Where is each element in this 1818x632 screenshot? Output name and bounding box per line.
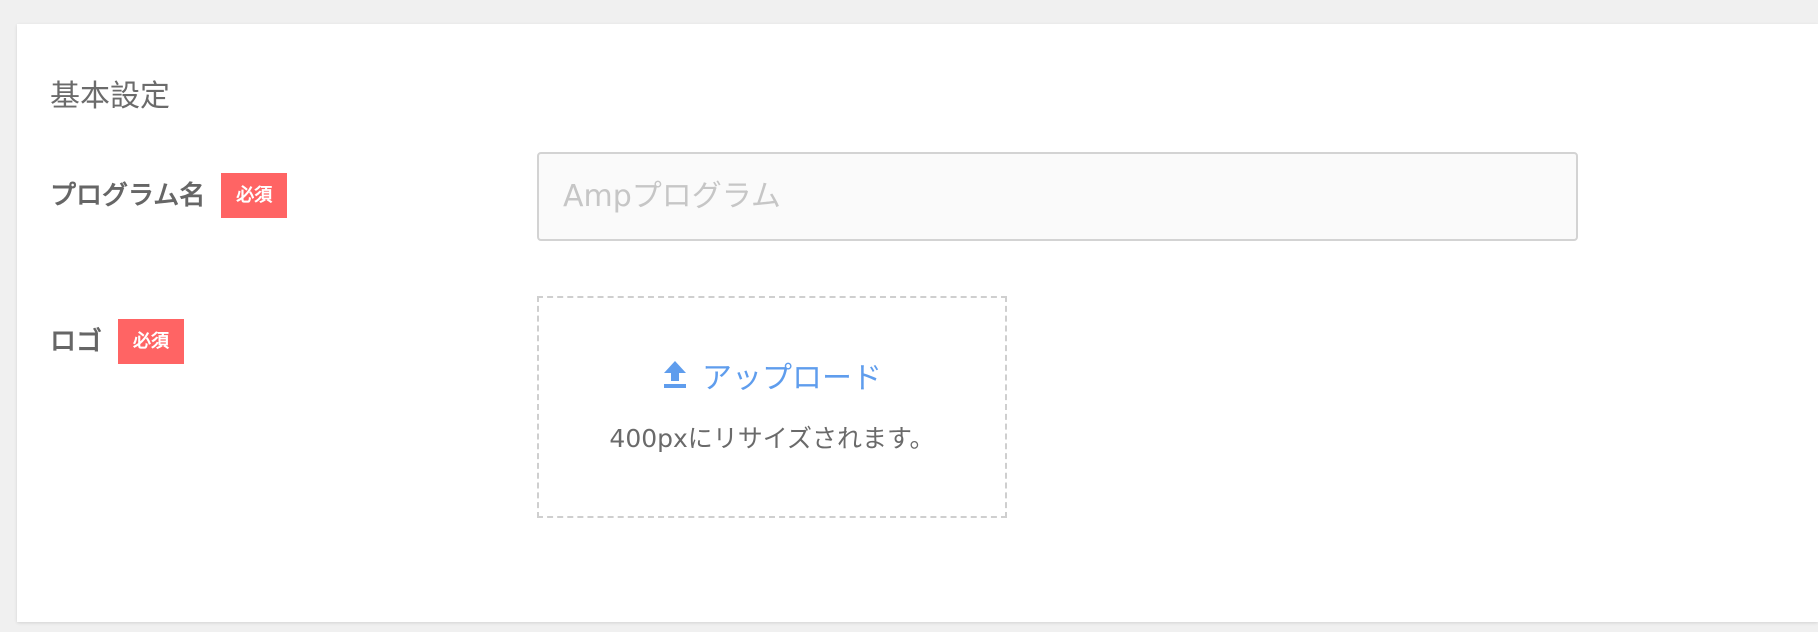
section-title: 基本設定	[50, 79, 170, 114]
logo-label: ロゴ	[50, 326, 103, 357]
upload-hint: 400pxにリサイズされます。	[609, 423, 935, 453]
settings-card: 基本設定 プログラム名 必須 ロゴ 必須 アップロード 400pxにリサイズされ…	[17, 24, 1818, 622]
logo-upload-dropzone[interactable]: アップロード 400pxにリサイズされます。	[537, 296, 1007, 518]
upload-label: アップロード	[702, 361, 882, 396]
program-name-input[interactable]	[537, 152, 1578, 241]
logo-label-row: ロゴ 必須	[50, 319, 185, 364]
program-name-label-row: プログラム名 必須	[50, 173, 288, 218]
required-badge: 必須	[118, 319, 185, 364]
upload-button[interactable]: アップロード	[662, 359, 882, 400]
upload-arrow-icon	[662, 359, 702, 400]
required-badge: 必須	[221, 173, 288, 218]
program-name-label: プログラム名	[50, 180, 206, 211]
